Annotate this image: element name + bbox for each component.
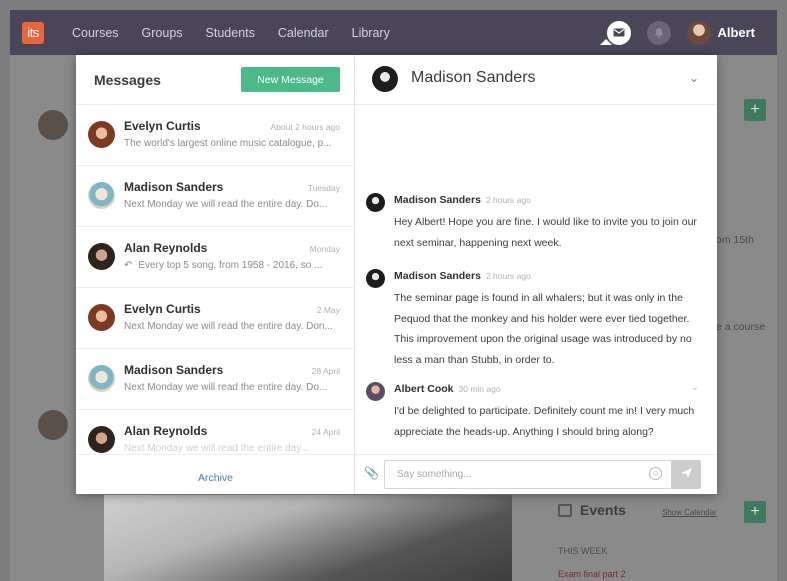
calendar-icon bbox=[558, 504, 572, 517]
messages-list-panel: Messages New Message Evelyn Curtis About… bbox=[76, 55, 355, 494]
bg-text: om 15th bbox=[716, 234, 754, 246]
avatar bbox=[366, 193, 385, 212]
conversation-panel: Madison Sanders ⌄ Madison Sanders 2 hours… bbox=[355, 55, 717, 494]
avatar bbox=[88, 365, 115, 392]
message-preview: Every top 5 song, from 1958 - 2016, so .… bbox=[138, 260, 323, 271]
chat-author-line: Madison Sanders 2 hours ago bbox=[394, 270, 531, 282]
chat-time: 2 hours ago bbox=[485, 271, 531, 281]
bg-event-item: Exam final part 2 bbox=[558, 569, 626, 579]
message-time: 2 May bbox=[316, 305, 340, 315]
list-item[interactable]: Evelyn Curtis About 2 hours ago The worl… bbox=[76, 105, 355, 166]
nav-item-courses[interactable]: Courses bbox=[72, 26, 119, 40]
message-time: 24 April bbox=[311, 427, 340, 437]
message-time: Monday bbox=[309, 244, 340, 254]
bg-show-calendar: Show Calendar bbox=[662, 508, 717, 517]
bg-add-event-button: + bbox=[744, 501, 766, 523]
messages-header: Messages New Message bbox=[76, 55, 355, 105]
bell-icon bbox=[655, 28, 664, 38]
message-preview: Next Monday we will read the entire day.… bbox=[124, 443, 309, 454]
user-avatar[interactable] bbox=[687, 20, 712, 45]
nav-item-calendar[interactable]: Calendar bbox=[278, 26, 329, 40]
smiley-icon[interactable]: ☺ bbox=[649, 467, 662, 480]
bg-avatar bbox=[38, 410, 68, 440]
avatar bbox=[372, 66, 398, 92]
notifications-button[interactable] bbox=[647, 20, 672, 45]
nav-item-groups[interactable]: Groups bbox=[142, 26, 183, 40]
archive-link[interactable]: Archive bbox=[198, 472, 233, 484]
list-item[interactable]: Alan Reynolds 24 April Next Monday we wi… bbox=[76, 410, 355, 454]
message-time: 28 April bbox=[311, 366, 340, 376]
message-preview: The world's largest online music catalog… bbox=[124, 138, 332, 149]
conversation-contact-name: Madison Sanders bbox=[411, 69, 536, 86]
conversation-header: Madison Sanders ⌄ bbox=[355, 55, 717, 105]
chat-author: Madison Sanders bbox=[394, 270, 481, 282]
list-item[interactable]: Madison Sanders Tuesday Next Monday we w… bbox=[76, 166, 355, 227]
chevron-down-icon[interactable]: ⌄ bbox=[689, 71, 699, 85]
list-item[interactable]: Madison Sanders 28 April Next Monday we … bbox=[76, 349, 355, 410]
sender-name: Alan Reynolds bbox=[124, 241, 208, 255]
chat-time: 30 min ago bbox=[458, 384, 501, 394]
messages-modal: Messages New Message Evelyn Curtis About… bbox=[76, 55, 717, 494]
avatar bbox=[88, 182, 115, 209]
send-button[interactable] bbox=[671, 460, 701, 489]
bg-events-title: Events bbox=[580, 502, 626, 518]
bg-avatar bbox=[38, 110, 68, 140]
message-list: Evelyn Curtis About 2 hours ago The worl… bbox=[76, 105, 355, 454]
message-time: About 2 hours ago bbox=[270, 122, 340, 132]
user-name[interactable]: Albert bbox=[717, 25, 755, 40]
bg-this-week: THIS WEEK bbox=[558, 546, 608, 556]
chat-author-line: Albert Cook 30 min ago bbox=[394, 383, 501, 395]
sender-name: Madison Sanders bbox=[124, 363, 224, 377]
message-preview-wrap: ↶ Every top 5 song, from 1958 - 2016, so … bbox=[124, 260, 344, 271]
nav-item-library[interactable]: Library bbox=[352, 26, 390, 40]
avatar bbox=[88, 304, 115, 331]
message-input[interactable] bbox=[384, 460, 672, 489]
message-preview: Next Monday we will read the entire day.… bbox=[124, 321, 333, 332]
sender-name: Evelyn Curtis bbox=[124, 302, 201, 316]
message-preview: Next Monday we will read the entire day.… bbox=[124, 199, 328, 210]
avatar bbox=[88, 243, 115, 270]
nav-right: Albert bbox=[607, 10, 777, 55]
chevron-down-icon[interactable]: ⌄ bbox=[691, 382, 699, 393]
avatar bbox=[88, 121, 115, 148]
envelope-icon bbox=[613, 28, 625, 37]
chat-author-line: Madison Sanders 2 hours ago bbox=[394, 194, 531, 206]
new-message-button[interactable]: New Message bbox=[241, 67, 340, 92]
top-navbar: its Courses Groups Students Calendar Lib… bbox=[10, 10, 777, 55]
avatar bbox=[88, 426, 115, 453]
app-logo[interactable]: its bbox=[22, 22, 44, 44]
sender-name: Madison Sanders bbox=[124, 180, 224, 194]
chat-text: The seminar page is found in all whalers… bbox=[394, 292, 692, 366]
avatar bbox=[366, 269, 385, 288]
chat-author: Madison Sanders bbox=[394, 194, 481, 206]
chat-time: 2 hours ago bbox=[485, 195, 531, 205]
list-item[interactable]: Evelyn Curtis 2 May Next Monday we will … bbox=[76, 288, 355, 349]
sender-name: Evelyn Curtis bbox=[124, 119, 201, 133]
bg-add-button: + bbox=[744, 99, 766, 121]
avatar bbox=[366, 382, 385, 401]
message-preview: Next Monday we will read the entire day.… bbox=[124, 382, 328, 393]
sender-name: Alan Reynolds bbox=[124, 424, 208, 438]
chat-text: Hey Albert! Hope you are fine. I would l… bbox=[394, 216, 697, 249]
nav-item-students[interactable]: Students bbox=[206, 26, 255, 40]
send-icon bbox=[680, 468, 692, 478]
list-item[interactable]: Alan Reynolds Monday ↶ Every top 5 song, … bbox=[76, 227, 355, 288]
dropdown-caret bbox=[600, 39, 612, 45]
message-time: Tuesday bbox=[307, 183, 340, 193]
message-composer: 📎 ☺ bbox=[355, 454, 717, 494]
bg-text: e a course bbox=[716, 321, 766, 333]
chat-author: Albert Cook bbox=[394, 383, 454, 395]
messages-title: Messages bbox=[94, 72, 161, 88]
paperclip-icon[interactable]: 📎 bbox=[364, 466, 379, 480]
chat-text: I'd be delighted to participate. Definit… bbox=[394, 405, 695, 438]
bg-photo bbox=[104, 495, 512, 581]
main-nav: Courses Groups Students Calendar Library bbox=[72, 10, 413, 55]
reply-icon: ↶ bbox=[124, 260, 133, 271]
messages-footer: Archive bbox=[76, 454, 355, 494]
